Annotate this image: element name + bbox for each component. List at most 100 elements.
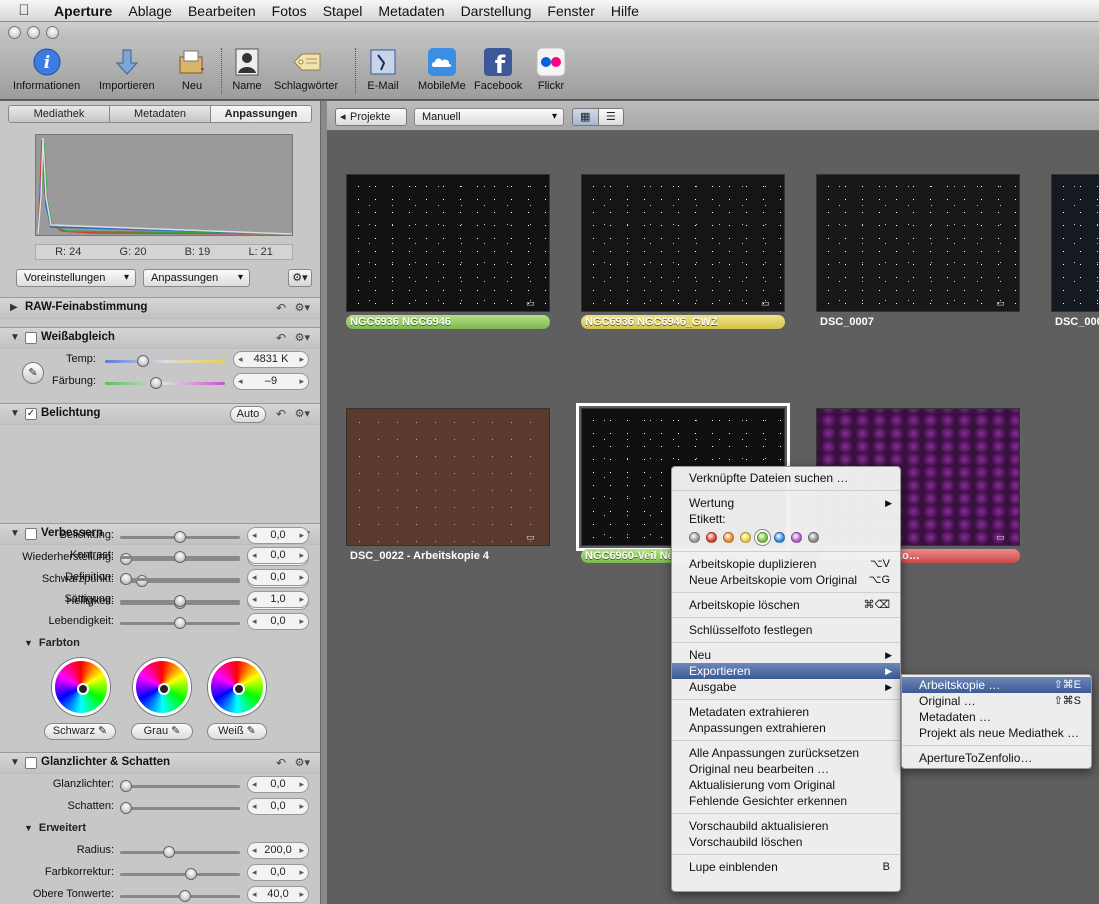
menu-item[interactable]: Metadaten … (902, 709, 1091, 725)
gray-color-wheel[interactable] (133, 658, 191, 716)
reset-icon[interactable]: ↶ (276, 756, 286, 770)
projects-back-button[interactable]: ◂ Projekte (335, 108, 407, 126)
menu-item[interactable]: Alle Anpassungen zurücksetzen (672, 745, 900, 761)
slider-value-field[interactable]: 0,0 (247, 798, 309, 815)
menu-item[interactable]: Original neu bearbeiten … (672, 761, 900, 777)
slider-knob[interactable] (120, 780, 132, 792)
white-balance-header[interactable]: ▼ Weißabgleich ↶ ⚙▾ (0, 327, 320, 349)
photo-thumbnail[interactable] (346, 408, 550, 546)
advanced-subsection[interactable]: ▼ Erweitert (24, 822, 86, 834)
disclosure-down-icon[interactable]: ▼ (10, 408, 20, 419)
label-color-swatch[interactable] (689, 531, 700, 543)
label-color-swatch[interactable] (808, 531, 819, 543)
menu-item[interactable]: Ausgabe ▶ (672, 679, 900, 695)
slider-knob[interactable] (174, 551, 186, 563)
menu-item[interactable]: Wertung ▶ (672, 495, 900, 511)
menu-item[interactable]: Lupe einblenden B (672, 859, 900, 875)
menu-item[interactable]: Original … ⇧⌘S (902, 693, 1091, 709)
highlights-shadows-checkbox[interactable] (25, 757, 37, 769)
slider-track[interactable] (120, 851, 240, 854)
menu-darstellung[interactable]: Darstellung (453, 3, 540, 19)
slider-knob[interactable] (179, 890, 192, 902)
disclosure-down-icon[interactable]: ▼ (10, 757, 20, 768)
temp-slider-track[interactable] (105, 360, 225, 363)
photo-thumbnail[interactable] (1051, 174, 1099, 312)
info-button[interactable]: i Informationen (13, 46, 80, 92)
adjustments-popup[interactable]: Anpassungen (143, 269, 250, 287)
label-color-swatch[interactable] (791, 531, 802, 543)
minimize-window-button[interactable] (27, 26, 40, 39)
black-eyedropper-button[interactable]: Schwarz ✎ (44, 723, 116, 740)
label-color-swatch[interactable] (723, 531, 734, 543)
menu-stapel[interactable]: Stapel (315, 3, 371, 19)
menu-item[interactable]: ApertureToZenfolio… (902, 750, 1091, 766)
white-balance-checkbox[interactable] (25, 332, 37, 344)
menu-app[interactable]: Aperture (48, 3, 120, 19)
reset-icon[interactable]: ↶ (276, 301, 286, 315)
menu-item[interactable]: Vorschaubild löschen (672, 834, 900, 850)
slider-value-field[interactable]: 40,0 (247, 886, 309, 903)
disclosure-right-icon[interactable]: ▶ (10, 302, 18, 313)
gear-icon[interactable]: ⚙▾ (295, 756, 310, 769)
menu-metadaten[interactable]: Metadaten (370, 3, 452, 19)
gear-icon[interactable]: ⚙▾ (295, 301, 310, 314)
photo-thumbnail[interactable] (581, 174, 785, 312)
tint-slider-knob[interactable] (150, 377, 163, 389)
keywords-button[interactable]: Schlagwörter (274, 46, 338, 92)
slider-value-field[interactable]: 1,0 (247, 591, 309, 608)
tab-adjustments[interactable]: Anpassungen (211, 106, 311, 122)
label-color-swatch[interactable] (740, 531, 751, 543)
menu-item[interactable]: Fehlende Gesichter erkennen (672, 793, 900, 809)
slider-track[interactable] (120, 807, 240, 810)
white-color-wheel[interactable] (208, 658, 266, 716)
auto-exposure-button[interactable]: Auto (230, 406, 266, 423)
menu-hilfe[interactable]: Hilfe (603, 3, 647, 19)
facebook-button[interactable]: f Facebook (474, 46, 522, 92)
reset-icon[interactable]: ↶ (276, 407, 286, 421)
menu-bearbeiten[interactable]: Bearbeiten (180, 3, 264, 19)
menu-item[interactable]: Neue Arbeitskopie vom Original ⌥G (672, 572, 900, 588)
disclosure-down-icon[interactable]: ▼ (24, 823, 33, 833)
slider-value-field[interactable]: 0,0 (247, 547, 309, 564)
slider-value-field[interactable]: 200,0 (247, 842, 309, 859)
slider-knob[interactable] (174, 595, 186, 607)
slider-knob[interactable] (174, 617, 186, 629)
grid-view-icon[interactable]: ▦ (573, 109, 599, 125)
gear-icon[interactable]: ⚙▾ (295, 407, 310, 420)
menu-item[interactable]: Vorschaubild aktualisieren (672, 818, 900, 834)
tab-library[interactable]: Mediathek (9, 106, 110, 122)
zoom-window-button[interactable] (46, 26, 59, 39)
menu-item[interactable]: Projekt als neue Mediathek … (902, 725, 1091, 741)
tab-metadata[interactable]: Metadaten (110, 106, 211, 122)
white-eyedropper-button[interactable]: Weiß ✎ (207, 723, 267, 740)
menu-item[interactable]: Arbeitskopie duplizieren ⌥V (672, 556, 900, 572)
disclosure-down-icon[interactable]: ▼ (10, 332, 20, 343)
highlights-shadows-header[interactable]: ▼ Glanzlichter & Schatten ↶ ⚙▾ (0, 752, 320, 774)
photo-thumbnail[interactable] (346, 174, 550, 312)
import-button[interactable]: Importieren (99, 46, 155, 92)
tint-value-field[interactable]: –9 (233, 373, 309, 390)
slider-value-field[interactable]: 0,0 (247, 776, 309, 793)
menu-fotos[interactable]: Fotos (264, 3, 315, 19)
menu-item[interactable]: Neu ▶ (672, 647, 900, 663)
apple-icon[interactable]:  (0, 2, 48, 19)
gray-eyedropper-button[interactable]: Grau ✎ (131, 723, 193, 740)
exposure-header[interactable]: ▼ ✓ Belichtung Auto ↶ ⚙▾ (0, 403, 320, 425)
new-button[interactable]: Neu (176, 46, 208, 92)
slider-knob[interactable] (184, 868, 197, 880)
menu-item[interactable]: Arbeitskopie … ⇧⌘E (902, 677, 1091, 693)
flickr-button[interactable]: Flickr (535, 46, 567, 92)
slider-knob[interactable] (120, 573, 132, 585)
slider-track[interactable] (120, 578, 240, 581)
black-color-wheel[interactable] (52, 658, 110, 716)
slider-knob[interactable] (163, 846, 176, 858)
menu-item[interactable]: Exportieren ▶ (672, 663, 900, 679)
slider-knob[interactable] (174, 531, 186, 543)
hue-subsection[interactable]: ▼ Farbton (24, 637, 80, 649)
slider-knob[interactable] (120, 802, 132, 814)
slider-value-field[interactable]: 0,0 (247, 864, 309, 881)
email-button[interactable]: E-Mail (367, 46, 399, 92)
presets-popup[interactable]: Voreinstellungen (16, 269, 136, 287)
menu-item[interactable]: Aktualisierung vom Original (672, 777, 900, 793)
menu-ablage[interactable]: Ablage (120, 3, 180, 19)
